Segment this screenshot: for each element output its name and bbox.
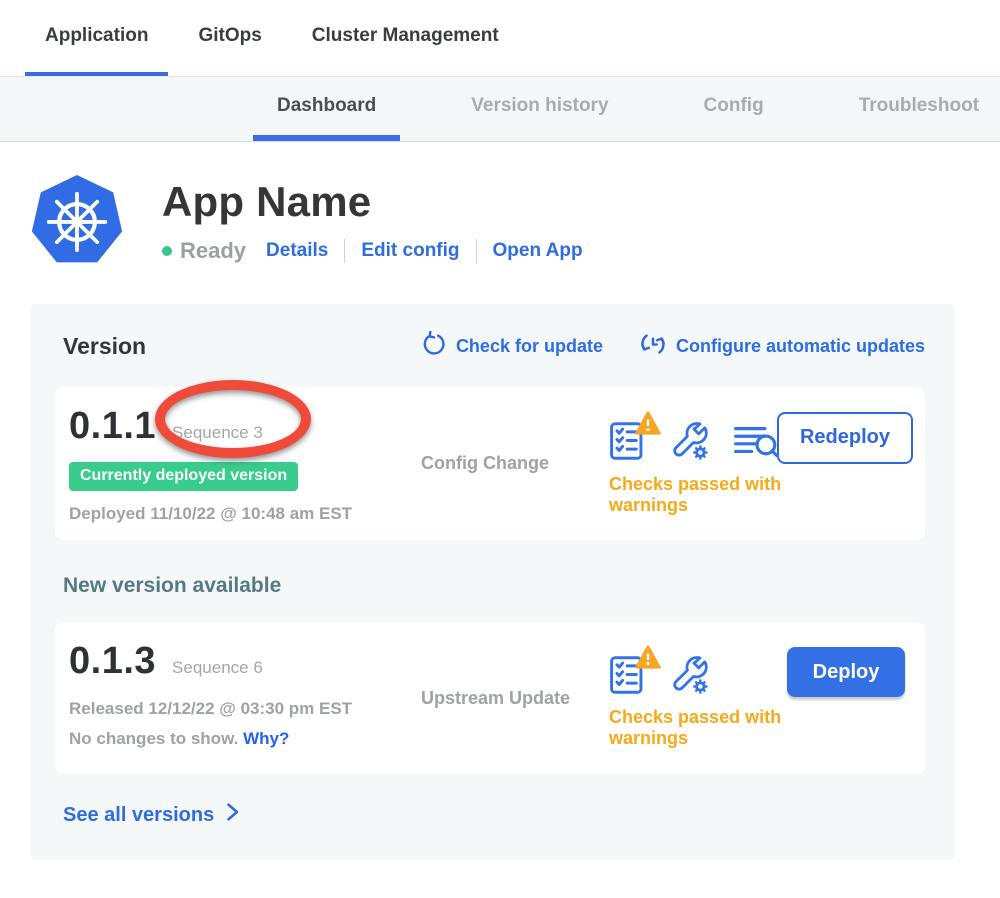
tab-version-history[interactable]: Version history bbox=[447, 77, 632, 141]
currently-deployed-badge: Currently deployed version bbox=[69, 462, 298, 491]
no-changes-row: No changes to show. Why? bbox=[69, 729, 421, 749]
checks-status-current: Checks passed with warnings bbox=[609, 474, 793, 516]
configure-automatic-updates-link[interactable]: Configure automatic updates bbox=[639, 330, 925, 363]
tab-gitops[interactable]: GitOps bbox=[178, 0, 281, 76]
available-version-number: 0.1.3 bbox=[69, 640, 156, 683]
main-nav: Application GitOps Cluster Management bbox=[0, 0, 1000, 76]
tab-dashboard[interactable]: Dashboard bbox=[253, 77, 400, 141]
divider bbox=[476, 239, 477, 263]
current-version-card: 0.1.1 Sequence 3 Currently deployed vers… bbox=[55, 387, 925, 540]
kubernetes-logo bbox=[30, 174, 124, 268]
open-app-link[interactable]: Open App bbox=[493, 240, 583, 262]
preflight-checklist-icon[interactable] bbox=[609, 649, 653, 695]
available-version-card: 0.1.3 Sequence 6 Released 12/12/22 @ 03:… bbox=[55, 622, 925, 774]
divider bbox=[344, 239, 345, 263]
warning-triangle-icon bbox=[635, 645, 661, 674]
no-changes-text: No changes to show. bbox=[69, 729, 238, 748]
config-wrench-gear-icon[interactable] bbox=[671, 415, 715, 461]
chevron-right-icon bbox=[214, 802, 242, 828]
warning-triangle-icon bbox=[635, 411, 661, 440]
edit-config-link[interactable]: Edit config bbox=[361, 240, 459, 262]
tab-cluster-management[interactable]: Cluster Management bbox=[292, 0, 519, 76]
redeploy-button[interactable]: Redeploy bbox=[777, 412, 913, 464]
current-version-number: 0.1.1 bbox=[69, 405, 156, 448]
app-sub-nav: Dashboard Version history Config Trouble… bbox=[0, 76, 1000, 142]
app-name-title: App Name bbox=[162, 178, 583, 226]
logs-search-icon[interactable] bbox=[733, 415, 777, 461]
why-link[interactable]: Why? bbox=[243, 729, 289, 748]
tab-config[interactable]: Config bbox=[680, 77, 788, 141]
available-sequence-label: Sequence 6 bbox=[172, 658, 263, 678]
refresh-icon bbox=[421, 331, 456, 362]
tab-troubleshoot[interactable]: Troubleshoot bbox=[835, 77, 1000, 141]
tab-application[interactable]: Application bbox=[25, 0, 168, 76]
deploy-button[interactable]: Deploy bbox=[787, 647, 905, 697]
version-panel: Version Check for update bbox=[30, 304, 955, 860]
details-link[interactable]: Details bbox=[266, 240, 328, 262]
see-all-versions-label: See all versions bbox=[63, 804, 214, 827]
checks-status-available: Checks passed with warnings bbox=[609, 707, 820, 749]
version-panel-title: Version bbox=[63, 333, 146, 360]
app-status: Ready bbox=[180, 238, 246, 264]
deployed-timestamp: Deployed 11/10/22 @ 10:48 am EST bbox=[69, 504, 421, 524]
current-sequence-label: Sequence 3 bbox=[172, 423, 263, 443]
status-dot-icon bbox=[162, 246, 172, 256]
configure-automatic-updates-label: Configure automatic updates bbox=[676, 336, 925, 357]
config-wrench-gear-icon[interactable] bbox=[671, 649, 715, 695]
current-version-type: Config Change bbox=[421, 453, 609, 474]
new-version-heading: New version available bbox=[63, 574, 925, 598]
see-all-versions-link[interactable]: See all versions bbox=[63, 802, 925, 828]
available-version-type: Upstream Update bbox=[421, 688, 609, 709]
check-for-update-link[interactable]: Check for update bbox=[421, 331, 603, 362]
app-header: App Name Ready Details Edit config Open … bbox=[30, 174, 1000, 268]
clock-sync-icon bbox=[639, 330, 676, 363]
check-for-update-label: Check for update bbox=[456, 336, 603, 357]
released-timestamp: Released 12/12/22 @ 03:30 pm EST bbox=[69, 699, 421, 719]
preflight-checklist-icon[interactable] bbox=[609, 415, 653, 461]
